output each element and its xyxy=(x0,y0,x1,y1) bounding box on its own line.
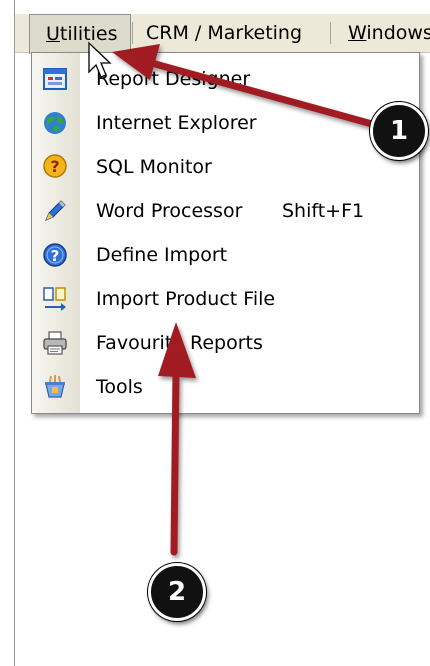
help-circle-icon: ? xyxy=(43,243,67,267)
menu-separator xyxy=(330,22,331,44)
sql-monitor-question-icon: ? xyxy=(43,154,67,178)
menu-item-label: SQL Monitor xyxy=(96,156,212,178)
menu-item-label: Define Import xyxy=(96,244,228,266)
menu-item-label: Report Designer xyxy=(96,68,251,90)
menu-item-define-import[interactable]: ? Define Import xyxy=(32,233,419,277)
svg-text:?: ? xyxy=(51,247,60,265)
menu-utilities-accel: U xyxy=(46,23,60,45)
pen-icon xyxy=(45,200,66,221)
menu-utilities-rest: tilities xyxy=(59,23,118,45)
menu-item-report-designer[interactable]: Report Designer xyxy=(32,57,419,101)
window-left-border xyxy=(14,0,15,666)
menu-item-label: Favourite Reports xyxy=(96,332,263,354)
menu-item-label: Import Product File xyxy=(96,288,276,310)
printer-icon xyxy=(43,331,67,355)
menu-windows-accel: W xyxy=(348,22,367,44)
tools-icon xyxy=(45,375,65,398)
menu-item-label: Tools xyxy=(96,376,143,398)
menu-utilities[interactable]: Utilities xyxy=(29,14,131,54)
utilities-dropdown-menu: Report Designer Internet Explorer ? SQL … xyxy=(31,52,420,414)
menu-windows[interactable]: Windows xyxy=(348,14,430,52)
menu-item-label: Word Processor xyxy=(96,200,243,222)
svg-text:?: ? xyxy=(50,157,59,176)
import-file-icon xyxy=(43,287,66,311)
report-designer-icon xyxy=(43,68,67,90)
menu-crm-marketing[interactable]: CRM / Marketing xyxy=(146,14,302,52)
internet-explorer-globe-icon xyxy=(44,112,66,134)
menu-item-label: Internet Explorer xyxy=(96,112,257,134)
menu-bar: Utilities CRM / Marketing Windows xyxy=(15,14,430,54)
menu-item-tools[interactable]: Tools xyxy=(32,365,419,409)
menu-item-shortcut: Shift+F1 xyxy=(282,200,365,222)
menu-item-import-product-file[interactable]: Import Product File xyxy=(32,277,419,321)
menu-separator xyxy=(132,22,133,44)
menu-item-favourite-reports[interactable]: Favourite Reports xyxy=(32,321,419,365)
menu-item-internet-explorer[interactable]: Internet Explorer xyxy=(32,101,419,145)
menu-windows-rest: indows xyxy=(366,22,430,44)
menu-item-sql-monitor[interactable]: ? SQL Monitor xyxy=(32,145,419,189)
callout-badge-1: 1 xyxy=(370,102,428,160)
callout-badge-2: 2 xyxy=(148,563,206,621)
menu-item-word-processor[interactable]: Word Processor Shift+F1 xyxy=(32,189,419,233)
